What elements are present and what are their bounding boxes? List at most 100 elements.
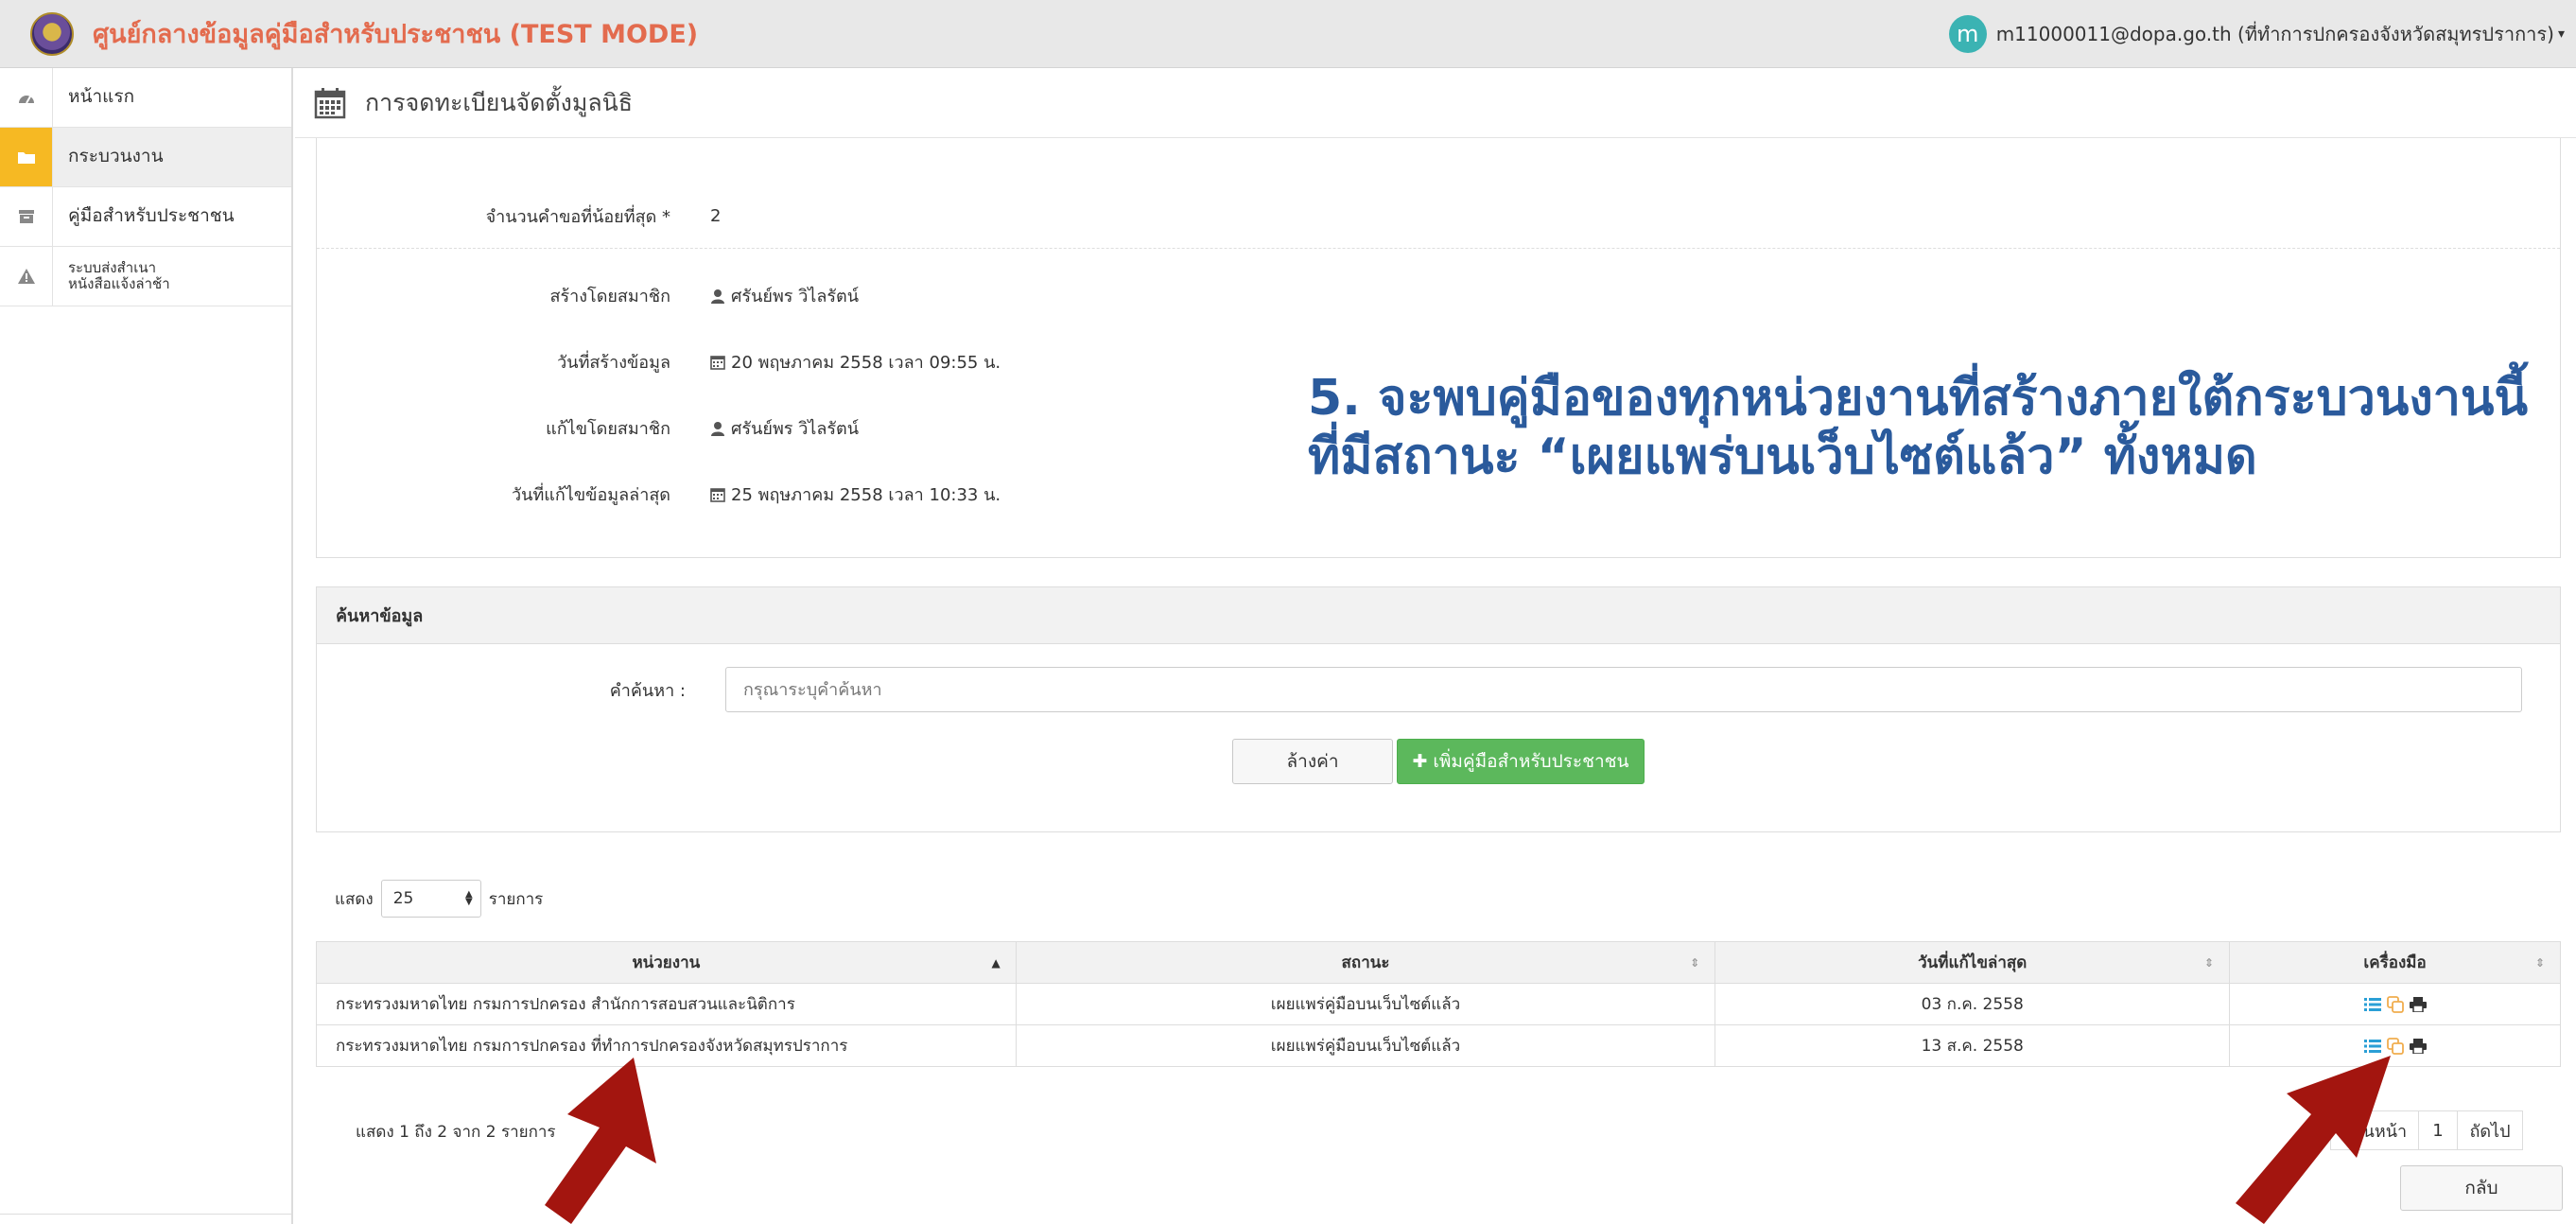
agency-cell: กระทรวงมหาดไทย กรมการปกครอง สำนักการสอบส… — [316, 983, 1017, 1025]
back-button[interactable]: กลับ — [2400, 1165, 2563, 1211]
sidebar-item-home[interactable]: หน้าแรก — [0, 68, 291, 128]
column-header-status[interactable]: สถานะ ⇕ — [1015, 941, 1716, 984]
caret-down-icon: ▾ — [2557, 26, 2565, 42]
min-requests-value: 2 — [710, 206, 722, 226]
copy-icon[interactable] — [2386, 1037, 2404, 1055]
sidebar-item-late-notice[interactable]: ระบบส่งสำเนา หนังสือแจ้งล่าช้า — [0, 247, 291, 306]
list-icon[interactable] — [2363, 1039, 2381, 1054]
sidebar-item-manuals[interactable]: คู่มือสำหรับประชาชน — [0, 187, 291, 247]
page-title: การจดทะเบียนจัดตั้งมูลนิธิ — [365, 88, 634, 116]
archive-icon — [0, 187, 53, 246]
sort-icon: ⇕ — [2534, 955, 2545, 970]
detail-label: แก้ไขโดยสมาชิก — [546, 419, 670, 439]
sidebar-item-label-line2: หนังสือแจ้งล่าช้า — [68, 275, 170, 292]
print-icon[interactable] — [2409, 1038, 2427, 1054]
page-size-select[interactable]: 25 ▲ ▼ — [380, 880, 481, 918]
date-cell: 13 ส.ค. 2558 — [1714, 1024, 2231, 1067]
detail-value: 25 พฤษภาคม 2558 เวลา 10:33 น. — [710, 481, 1001, 508]
user-avatar: m — [1948, 15, 1987, 53]
add-manual-button[interactable]: ✚ เพิ่มคู่มือสำหรับประชาชน — [1397, 739, 1645, 784]
detail-value: ศรันย์พร วิไลรัตน์ — [710, 282, 859, 309]
sort-icon: ⇕ — [2204, 955, 2215, 970]
calendar-icon — [710, 355, 725, 370]
manuals-table: หน่วยงาน ▲ สถานะ ⇕ วันที่แก้ไขล่าสุด ⇕ เครื… — [316, 941, 2561, 1067]
column-header-agency[interactable]: หน่วยงาน ▲ — [316, 941, 1017, 984]
entries-label: รายการ — [488, 889, 544, 909]
page-length-control: แสดง 25 ▲ ▼ รายการ — [335, 880, 543, 918]
department-seal-logo[interactable] — [30, 11, 74, 56]
column-label: สถานะ — [1341, 953, 1390, 972]
callout-line-1: 5. จะพบคู่มือของทุกหน่วยงานที่สร้างภายใต… — [1308, 370, 2528, 427]
callout-line-2: ที่มีสถานะ “เผยแพร่บนเว็บไซต์แล้ว” ทั้งห… — [1308, 428, 2257, 486]
sidebar-item-label: หน้าแรก — [68, 86, 135, 108]
page-size-value: 25 — [392, 889, 414, 908]
add-manual-label: เพิ่มคู่มือสำหรับประชาชน — [1433, 751, 1629, 772]
sort-icon: ⇕ — [1690, 955, 1700, 970]
sidebar-item-label: ระบบส่งสำเนา หนังสือแจ้งล่าช้า — [53, 258, 170, 293]
folder-icon — [0, 128, 53, 186]
calendar-icon — [710, 487, 725, 502]
created-by-value: ศรันย์พร วิไลรัตน์ — [731, 287, 860, 306]
search-heading: ค้นหาข้อมูล — [317, 587, 2560, 644]
print-icon[interactable] — [2409, 996, 2427, 1012]
search-label: คำค้นหา : — [609, 680, 686, 701]
status-cell: เผยแพร่คู่มือบนเว็บไซต์แล้ว — [1015, 983, 1716, 1025]
detail-value: 20 พฤษภาคม 2558 เวลา 09:55 น. — [710, 348, 1001, 376]
top-bar: ศูนย์กลางข้อมูลคู่มือสำหรับประชาชน (TEST… — [0, 0, 2576, 68]
user-icon — [711, 421, 724, 436]
table-row: กระทรวงมหาดไทย กรมการปกครอง สำนักการสอบส… — [316, 983, 2561, 1025]
status-cell: เผยแพร่คู่มือบนเว็บไซต์แล้ว — [1015, 1024, 1716, 1067]
detail-label: วันที่แก้ไขข้อมูลล่าสุด — [512, 485, 670, 505]
detail-row-min-requests: จำนวนคำขอที่น้อยที่สุด * 2 — [317, 202, 2560, 230]
user-email: m11000011@dopa.go.th (ที่ทำการปกครองจังห… — [1995, 23, 2554, 45]
annotation-arrow-right — [2236, 1056, 2391, 1224]
search-input[interactable] — [725, 667, 2522, 712]
tools-cell — [2229, 983, 2561, 1025]
date-cell: 03 ก.ค. 2558 — [1714, 983, 2231, 1025]
column-label: วันที่แก้ไขล่าสุด — [1918, 953, 2028, 972]
detail-label: วันที่สร้างข้อมูล — [557, 353, 670, 373]
detail-label: จำนวนคำขอที่น้อยที่สุด * — [485, 207, 670, 227]
search-panel: ค้นหาข้อมูล คำค้นหา : ล้างค่า ✚ เพิ่มคู่… — [316, 586, 2561, 832]
sidebar: หน้าแรก กระบวนงาน คู่มือสำหรับประชาชน ระ… — [0, 68, 293, 1224]
detail-value: 2 — [710, 206, 721, 226]
table-info: แสดง 1 ถึง 2 จาก 2 รายการ — [356, 1123, 556, 1142]
sidebar-item-label: กระบวนงาน — [68, 146, 164, 167]
edited-by-value: ศรันย์พร วิไลรัตน์ — [731, 419, 860, 439]
edited-date-value: 25 พฤษภาคม 2558 เวลา 10:33 น. — [731, 485, 1001, 505]
column-label: หน่วยงาน — [632, 953, 701, 972]
annotation-arrow-left — [545, 1058, 656, 1224]
sidebar-item-processes[interactable]: กระบวนงาน — [0, 128, 291, 187]
sidebar-divider — [0, 1214, 291, 1215]
sidebar-item-label-line1: ระบบส่งสำเนา — [68, 258, 157, 276]
detail-value: ศรันย์พร วิไลรัตน์ — [710, 414, 859, 442]
list-icon[interactable] — [2363, 997, 2381, 1012]
sort-asc-icon: ▲ — [991, 955, 1001, 970]
user-icon — [711, 289, 724, 304]
copy-icon[interactable] — [2386, 995, 2404, 1013]
process-detail-panel: จำนวนคำขอที่น้อยที่สุด * 2 สร้างโดยสมาชิ… — [316, 138, 2561, 558]
search-row: คำค้นหา : — [317, 667, 2560, 712]
clear-button[interactable]: ล้างค่า — [1232, 739, 1393, 784]
show-label: แสดง — [335, 889, 374, 909]
calendar-icon — [314, 87, 346, 118]
instruction-callout: 5. จะพบคู่มือของทุกหน่วยงานที่สร้างภายใต… — [1308, 369, 2528, 487]
dashboard-icon — [0, 68, 53, 127]
page-header: การจดทะเบียนจัดตั้งมูลนิธิ — [295, 68, 2576, 138]
column-label: เครื่องมือ — [2363, 953, 2427, 972]
detail-label: สร้างโดยสมาชิก — [549, 287, 670, 306]
app-title[interactable]: ศูนย์กลางข้อมูลคู่มือสำหรับประชาชน (TEST… — [93, 13, 698, 54]
user-menu[interactable]: m m11000011@dopa.go.th (ที่ทำการปกครองจั… — [1948, 15, 2565, 53]
detail-row-created-by: สร้างโดยสมาชิก ศรันย์พร วิไลรัตน์ — [317, 282, 2560, 309]
column-header-tools[interactable]: เครื่องมือ ⇕ — [2229, 941, 2561, 984]
updown-arrows-icon: ▲ ▼ — [464, 889, 473, 907]
pagination-page-1[interactable]: 1 — [2418, 1110, 2458, 1150]
pagination-next[interactable]: ถัดไป — [2457, 1110, 2523, 1150]
plus-icon: ✚ — [1412, 751, 1428, 772]
column-header-date[interactable]: วันที่แก้ไขล่าสุด ⇕ — [1714, 941, 2231, 984]
sidebar-item-label: คู่มือสำหรับประชาชน — [68, 205, 235, 227]
created-date-value: 20 พฤษภาคม 2558 เวลา 09:55 น. — [731, 353, 1001, 373]
detail-divider — [317, 248, 2560, 249]
warning-icon — [0, 247, 53, 306]
table-header-row: หน่วยงาน ▲ สถานะ ⇕ วันที่แก้ไขล่าสุด ⇕ เครื… — [316, 941, 2561, 984]
